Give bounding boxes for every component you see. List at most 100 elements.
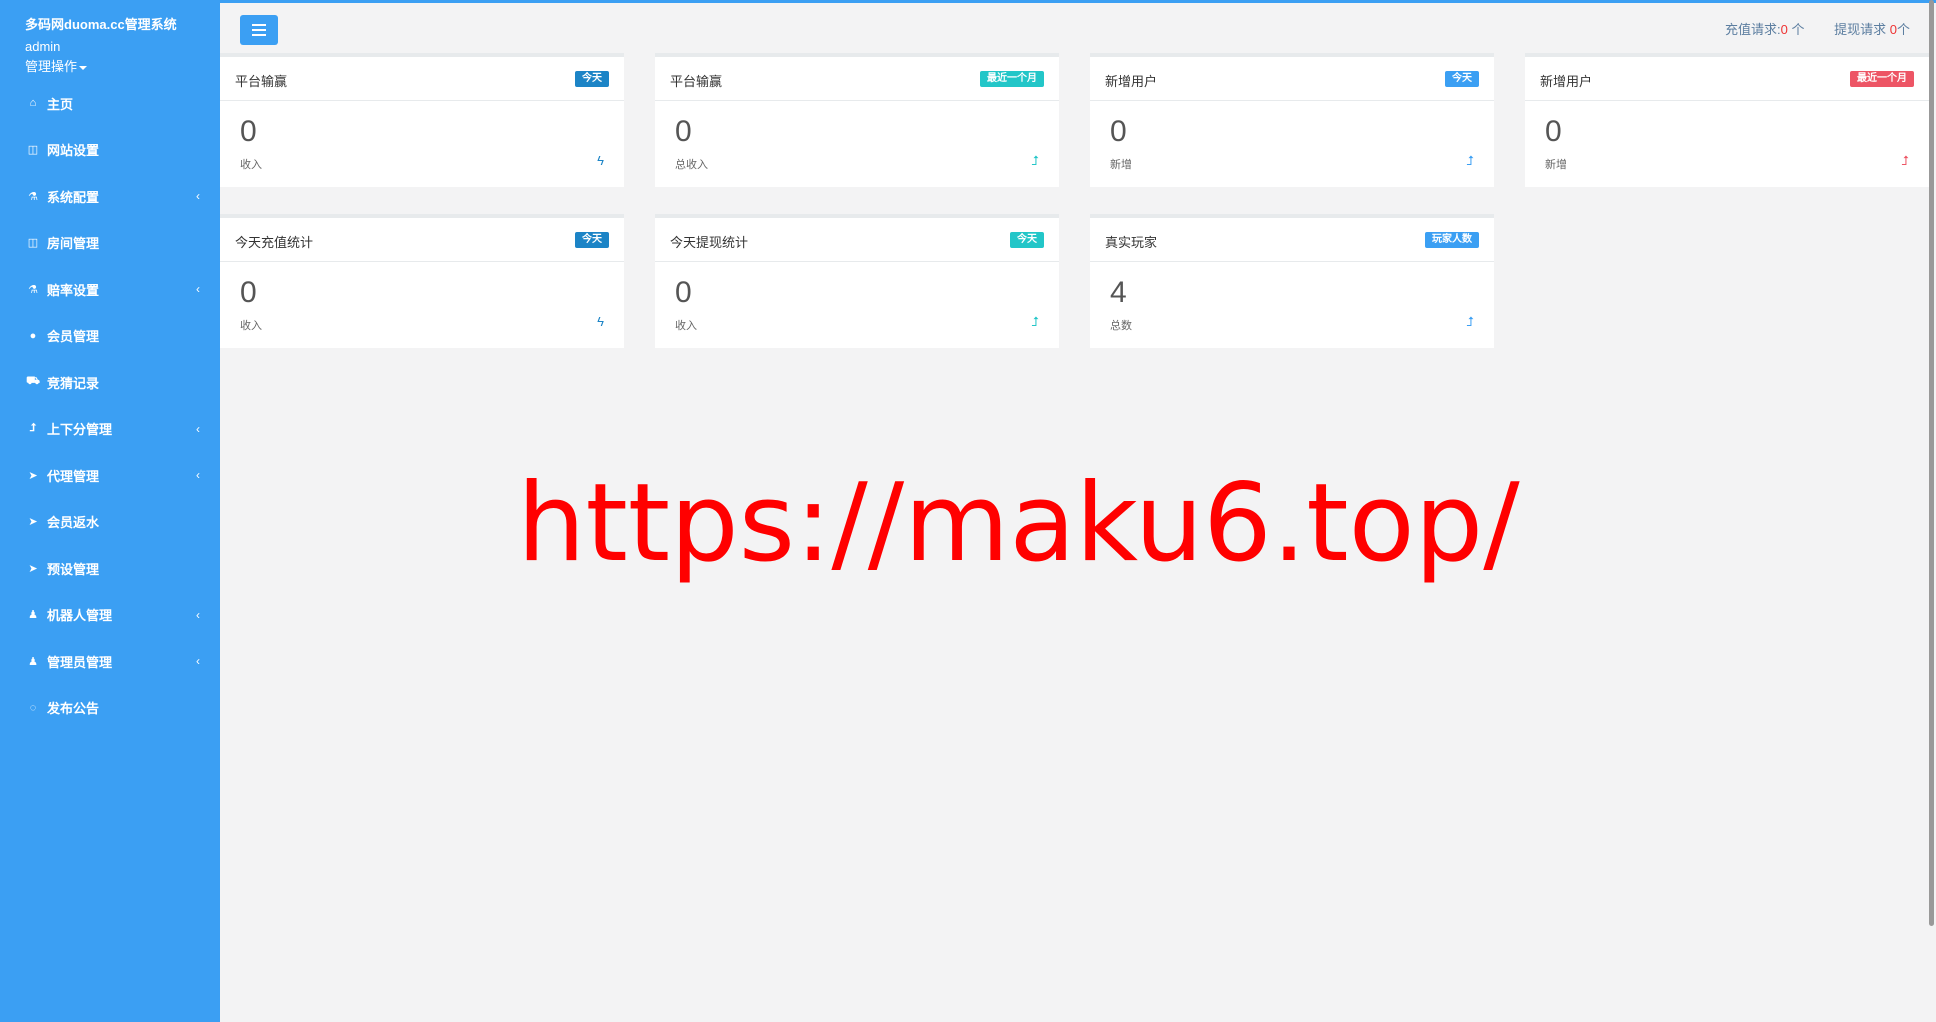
columns-icon: ◫ — [27, 237, 39, 250]
recharge-requests-label: 充值请求: — [1725, 22, 1781, 37]
recharge-requests-link[interactable]: 充值请求:0 个 — [1725, 22, 1804, 37]
sidebar-item-label: 系统配置 — [47, 189, 100, 205]
sidebar-item-label: 发布公告 — [47, 701, 100, 717]
card-header: 今天充值统计 今天 — [220, 218, 624, 262]
card-sub-label: 收入 — [240, 320, 262, 332]
admin-ops-dropdown[interactable]: 管理操作 — [25, 56, 88, 75]
sidebar-item-label: 会员返水 — [47, 515, 100, 531]
level-up-icon: ⮥ — [1901, 153, 1909, 168]
sidebar-item-7[interactable]: ⮥ 上下分管理 ‹ — [0, 406, 220, 453]
sidebar-item-label: 竞猜记录 — [47, 375, 100, 391]
card-header: 平台输赢 最近一个月 — [655, 57, 1059, 101]
card-title: 新增用户 — [1540, 74, 1593, 89]
sidebar-item-label: 会员管理 — [47, 329, 100, 345]
paper-plane-icon: ➤ — [28, 516, 38, 529]
request-links: 充值请求:0 个 提现请求 0个 — [1699, 19, 1910, 38]
male-icon: ♟ — [28, 655, 38, 668]
flask-icon: ⚗ — [28, 190, 38, 203]
chevron-left-icon: ‹ — [196, 282, 200, 297]
sidebar-item-12[interactable]: ♟ 管理员管理 ‹ — [0, 638, 220, 685]
chevron-left-icon: ‹ — [196, 607, 200, 622]
sidebar-item-label: 上下分管理 — [47, 422, 113, 438]
card-header: 今天提现统计 今天 — [655, 218, 1059, 262]
card-sub-label: 总收入 — [675, 159, 708, 171]
level-up-icon: ⮥ — [1031, 314, 1039, 329]
sidebar-item-13[interactable]: ◌ 发布公告 — [0, 685, 220, 732]
card-header: 平台输赢 今天 — [220, 57, 624, 101]
card-header: 新增用户 最近一个月 — [1525, 57, 1929, 101]
top-navbar: 充值请求:0 个 提现请求 0个 — [220, 0, 1936, 50]
male-icon: ♟ — [28, 609, 38, 622]
card-value: 0 — [675, 276, 692, 309]
card-title: 今天充值统计 — [235, 235, 314, 250]
withdraw-requests-unit: 个 — [1896, 22, 1910, 37]
watermark-text: https://maku6.top/ — [517, 461, 1520, 586]
sidebar-item-6[interactable]: ⛟ 竞猜记录 — [0, 359, 220, 406]
sidebar-item-label: 主页 — [47, 96, 74, 112]
home-icon: ⌂ — [29, 97, 37, 110]
sidebar-nav: ⌂ 主页 ◫ 网站设置 ⚗ 系统配置 ‹ ◫ 房间管理 ⚗ 赔率设置 ‹ ● 会员管理 ⛟ 竞猜记录 ⮥ 上下分管… — [0, 80, 220, 731]
admin-ops-label: 管理操作 — [25, 59, 78, 74]
caret-down-icon — [79, 65, 88, 70]
bolt-icon: ϟ — [597, 153, 604, 168]
withdraw-requests-link[interactable]: 提现请求 0个 — [1834, 22, 1910, 37]
admin-username: admin — [25, 39, 61, 54]
card-badge: 最近一个月 — [980, 71, 1044, 87]
card-title: 真实玩家 — [1105, 235, 1158, 250]
bars-icon — [252, 24, 266, 36]
sidebar-item-10[interactable]: ➤ 预设管理 — [0, 545, 220, 592]
card-badge: 今天 — [1010, 232, 1044, 248]
level-up-icon: ⮥ — [1466, 153, 1474, 168]
stat-card: 平台输赢 今天 0 收入 ϟ — [220, 53, 624, 187]
columns-icon: ◫ — [27, 144, 39, 157]
card-title: 平台输赢 — [235, 74, 288, 89]
level-up-icon: ⮥ — [1466, 314, 1474, 329]
sidebar-item-9[interactable]: ➤ 会员返水 — [0, 499, 220, 546]
sidebar-item-11[interactable]: ♟ 机器人管理 ‹ — [0, 592, 220, 639]
level-up-icon: ⮥ — [1031, 153, 1039, 168]
card-title: 平台输赢 — [670, 74, 723, 89]
paper-plane-icon: ➤ — [28, 469, 38, 482]
card-title: 新增用户 — [1105, 74, 1158, 89]
sidebar-item-0[interactable]: ⌂ 主页 — [0, 80, 220, 127]
card-value: 0 — [240, 115, 257, 148]
stat-card: 真实玩家 玩家人数 4 总数 ⮥ — [1090, 214, 1494, 348]
withdraw-requests-label: 提现请求 — [1834, 22, 1890, 37]
card-sub-label: 新增 — [1110, 159, 1132, 171]
sidebar-item-2[interactable]: ⚗ 系统配置 ‹ — [0, 173, 220, 220]
card-title: 今天提现统计 — [670, 235, 749, 250]
stat-card: 新增用户 最近一个月 0 新增 ⮥ — [1525, 53, 1929, 187]
sidebar-item-5[interactable]: ● 会员管理 — [0, 313, 220, 360]
app-root: 多码网duoma.cc管理系统 admin 管理操作 ⌂ 主页 ◫ 网站设置 ⚗ 系统配置… — [0, 0, 1936, 1022]
menu-toggle-button[interactable] — [240, 15, 278, 45]
recharge-requests-unit: 个 — [1787, 22, 1805, 37]
level-up-icon: ⮥ — [29, 422, 37, 435]
card-sub-label: 收入 — [675, 320, 697, 332]
sidebar-item-8[interactable]: ➤ 代理管理 ‹ — [0, 452, 220, 499]
recharge-requests-count: 0 — [1780, 22, 1788, 37]
stat-card: 今天提现统计 今天 0 收入 ⮥ — [655, 214, 1059, 348]
card-badge: 最近一个月 — [1850, 71, 1914, 87]
sidebar-item-label: 网站设置 — [47, 143, 100, 159]
sidebar-item-3[interactable]: ◫ 房间管理 — [0, 220, 220, 267]
flask-icon: ⚗ — [28, 283, 38, 296]
stat-card: 新增用户 今天 0 新增 ⮥ — [1090, 53, 1494, 187]
card-header: 真实玩家 玩家人数 — [1090, 218, 1494, 262]
card-badge: 今天 — [575, 232, 609, 248]
sidebar-item-label: 赔率设置 — [47, 282, 100, 298]
user-icon: ● — [29, 329, 37, 342]
sidebar-item-label: 机器人管理 — [47, 608, 113, 624]
card-value: 0 — [240, 276, 257, 309]
sidebar-item-label: 管理员管理 — [47, 654, 113, 670]
brand-title: 多码网duoma.cc管理系统 — [25, 17, 177, 32]
page-scrollbar[interactable] — [1929, 0, 1934, 926]
sidebar-item-1[interactable]: ◫ 网站设置 — [0, 127, 220, 174]
card-badge: 今天 — [1445, 71, 1479, 87]
card-value: 0 — [1110, 115, 1127, 148]
sidebar-item-4[interactable]: ⚗ 赔率设置 ‹ — [0, 266, 220, 313]
card-value: 0 — [675, 115, 692, 148]
stat-card: 今天充值统计 今天 0 收入 ϟ — [220, 214, 624, 348]
chevron-left-icon: ‹ — [196, 421, 200, 436]
bolt-icon: ϟ — [597, 314, 604, 329]
sidebar-item-label: 房间管理 — [47, 236, 100, 252]
